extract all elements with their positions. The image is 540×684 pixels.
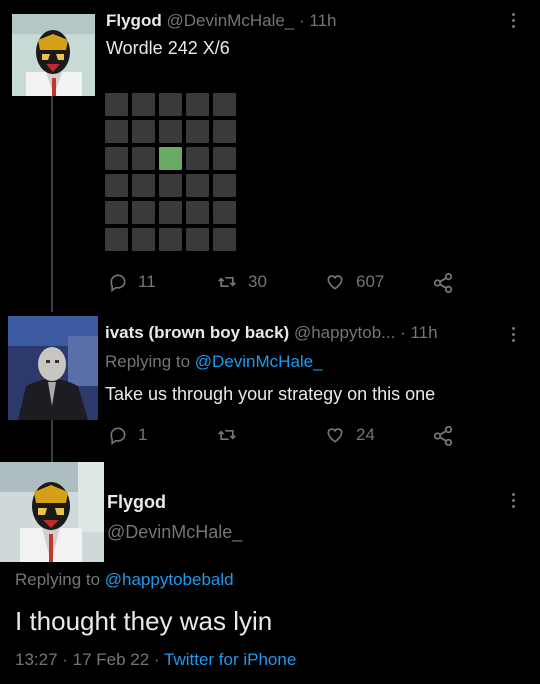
wordle-tile bbox=[213, 174, 236, 197]
replying-to-link[interactable]: @happytobebald bbox=[105, 570, 234, 589]
more-options-icon[interactable] bbox=[510, 13, 516, 28]
retweet-icon bbox=[218, 430, 236, 440]
replying-to-label: Replying to bbox=[15, 570, 105, 589]
share-button[interactable] bbox=[432, 272, 454, 294]
avatar[interactable] bbox=[12, 14, 95, 96]
more-options-icon[interactable] bbox=[510, 327, 516, 342]
more-options-icon[interactable] bbox=[510, 493, 516, 508]
wordle-tile bbox=[132, 201, 155, 224]
wordle-tile bbox=[186, 147, 209, 170]
timestamp[interactable]: · 11h bbox=[299, 11, 337, 30]
wordle-tile bbox=[186, 93, 209, 116]
wordle-tile bbox=[159, 228, 182, 251]
wordle-tile bbox=[132, 120, 155, 143]
replying-to-label: Replying to bbox=[105, 352, 195, 371]
like-count: 24 bbox=[356, 425, 375, 444]
like-button[interactable]: 24 bbox=[324, 425, 375, 445]
tweet-text: I thought they was lyin bbox=[15, 606, 273, 636]
share-icon bbox=[433, 272, 453, 294]
handle[interactable]: @DevinMcHale_ bbox=[166, 11, 294, 30]
source-link[interactable]: Twitter for iPhone bbox=[164, 650, 296, 669]
wordle-tile bbox=[213, 147, 236, 170]
retweet-button[interactable]: 30 bbox=[216, 272, 267, 292]
like-count: 607 bbox=[356, 272, 385, 291]
timestamp[interactable]: 13:27 · 17 Feb 22 · bbox=[15, 650, 164, 669]
retweet-count: 30 bbox=[248, 272, 267, 291]
wordle-tile bbox=[159, 147, 182, 170]
tweet2-header: ivats (brown boy back) @happytob... · 11… bbox=[105, 323, 438, 343]
replying-to-link[interactable]: @DevinMcHale_ bbox=[195, 352, 323, 371]
wordle-tile bbox=[105, 201, 128, 224]
share-button[interactable] bbox=[432, 425, 454, 447]
wordle-tile bbox=[213, 93, 236, 116]
retweet-button[interactable] bbox=[216, 425, 248, 445]
share-icon bbox=[433, 425, 453, 447]
tweet-meta: 13:27 · 17 Feb 22 · Twitter for iPhone bbox=[15, 650, 296, 670]
display-name[interactable]: Flygod bbox=[107, 492, 166, 513]
wordle-tile bbox=[213, 228, 236, 251]
reply-count: 1 bbox=[138, 425, 148, 444]
wordle-tile bbox=[186, 174, 209, 197]
wordle-tile bbox=[159, 201, 182, 224]
reply-count: 11 bbox=[138, 272, 156, 291]
wordle-tile bbox=[132, 93, 155, 116]
timestamp[interactable]: · 11h bbox=[400, 323, 438, 342]
wordle-tile bbox=[159, 120, 182, 143]
reply-icon bbox=[110, 427, 126, 445]
tweet-text: Take us through your strategy on this on… bbox=[105, 384, 436, 404]
avatar[interactable] bbox=[0, 462, 104, 562]
heart-icon bbox=[327, 428, 343, 443]
thread-line-2 bbox=[51, 420, 53, 462]
like-button[interactable]: 607 bbox=[324, 272, 384, 292]
display-name[interactable]: ivats (brown boy back) bbox=[105, 323, 289, 342]
reply-button[interactable]: 1 bbox=[108, 425, 147, 445]
wordle-tile bbox=[132, 147, 155, 170]
wordle-tile bbox=[105, 147, 128, 170]
wordle-tile bbox=[105, 228, 128, 251]
avatar[interactable] bbox=[8, 316, 98, 420]
wordle-tile bbox=[132, 228, 155, 251]
wordle-grid bbox=[105, 93, 236, 251]
wordle-tile bbox=[159, 93, 182, 116]
wordle-tile bbox=[105, 120, 128, 143]
wordle-tile bbox=[105, 93, 128, 116]
reply-icon bbox=[110, 274, 126, 292]
handle[interactable]: @happytob... bbox=[294, 323, 395, 342]
wordle-tile bbox=[105, 174, 128, 197]
tweet-text: Wordle 242 X/6 bbox=[106, 38, 230, 58]
replying-to: Replying to @DevinMcHale_ bbox=[105, 352, 323, 372]
wordle-tile bbox=[186, 201, 209, 224]
display-name[interactable]: Flygod bbox=[106, 11, 162, 30]
tweet1-header: Flygod @DevinMcHale_ · 11h bbox=[106, 11, 337, 31]
retweet-icon bbox=[218, 277, 236, 287]
wordle-tile bbox=[213, 201, 236, 224]
wordle-tile bbox=[132, 174, 155, 197]
wordle-tile bbox=[213, 120, 236, 143]
replying-to: Replying to @happytobebald bbox=[15, 570, 234, 590]
wordle-tile bbox=[186, 120, 209, 143]
heart-icon bbox=[327, 275, 343, 290]
reply-button[interactable]: 11 bbox=[108, 272, 156, 292]
handle[interactable]: @DevinMcHale_ bbox=[107, 522, 242, 543]
thread-line-1 bbox=[51, 96, 53, 312]
wordle-tile bbox=[159, 174, 182, 197]
wordle-tile bbox=[186, 228, 209, 251]
